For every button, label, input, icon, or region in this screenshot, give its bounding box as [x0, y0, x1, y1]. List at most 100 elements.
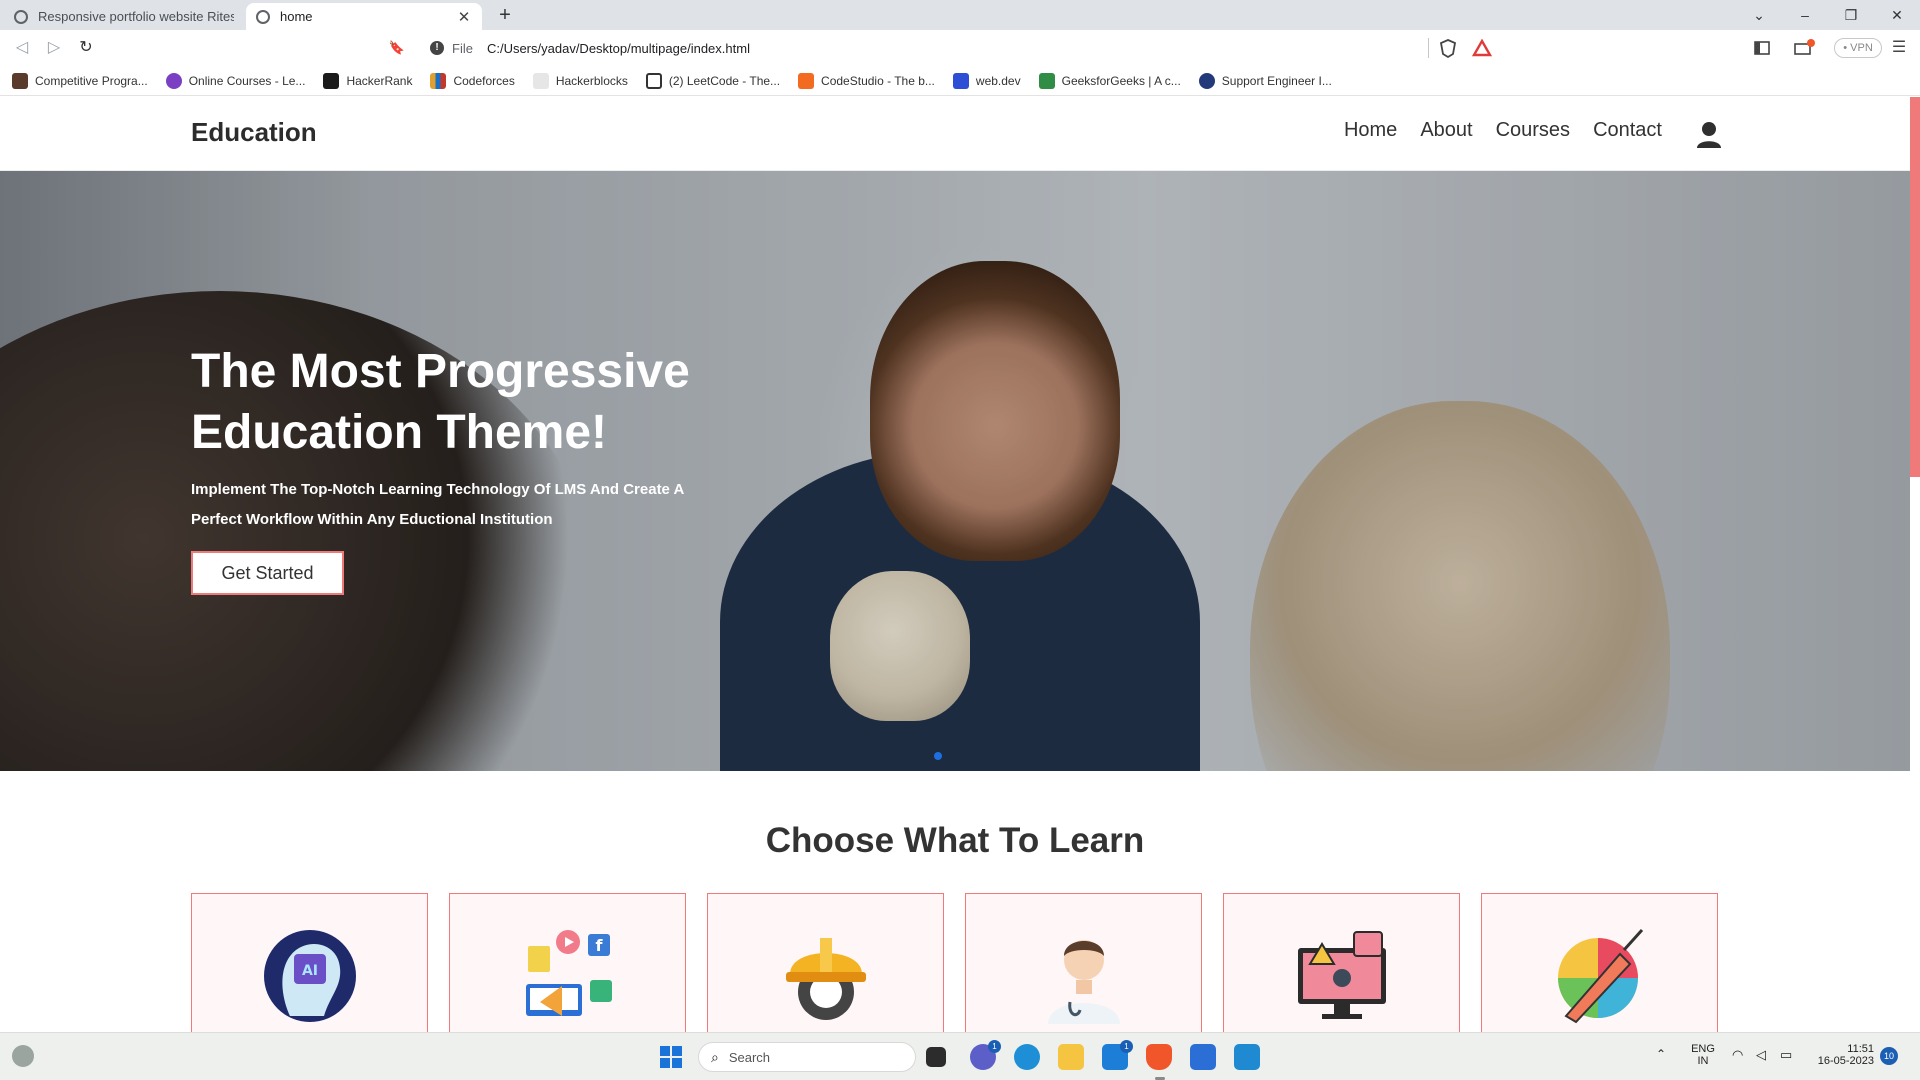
bookmark-label: Codeforces [453, 73, 515, 88]
site-logo[interactable]: Education [191, 117, 317, 148]
bookmark-item[interactable]: Hackerblocks [532, 72, 628, 89]
show-hidden-icons[interactable]: ⌃ [1656, 1047, 1666, 1061]
bookmark-label: HackerRank [346, 73, 413, 88]
course-card[interactable]: f [449, 893, 686, 1032]
taskbar-search[interactable]: ⌕ Search [698, 1042, 916, 1072]
url-text[interactable]: C:/Users/yadav/Desktop/multipage/index.h… [487, 41, 750, 56]
close-window-button[interactable]: ✕ [1874, 0, 1920, 30]
nav-home[interactable]: Home [1344, 119, 1397, 142]
bookmark-label: GeeksforGeeks | A c... [1061, 73, 1181, 88]
language-indicator[interactable]: ENG IN [1686, 1043, 1720, 1067]
file-explorer-icon[interactable] [1058, 1044, 1084, 1070]
tab-search-button[interactable]: ⌄ [1736, 0, 1782, 30]
store-icon[interactable] [1190, 1044, 1216, 1070]
task-view-icon[interactable] [926, 1047, 946, 1067]
design-pen-icon [1558, 928, 1644, 1024]
bookmark-item[interactable]: HackerRank [323, 72, 413, 89]
hackerrank-icon [323, 72, 340, 89]
nav-contact[interactable]: Contact [1593, 119, 1662, 142]
nav-courses[interactable]: Courses [1496, 119, 1570, 142]
vscode-icon[interactable] [1234, 1044, 1260, 1070]
bookmark-item[interactable]: web.dev [952, 72, 1021, 89]
brave-browser-icon[interactable] [1146, 1044, 1172, 1070]
get-started-button[interactable]: Get Started [191, 551, 344, 595]
tab-home[interactable]: home ✕ [246, 3, 482, 30]
hero-banner: The Most Progressive Education Theme! Im… [0, 171, 1910, 771]
tab-label: home [280, 9, 313, 24]
volume-icon[interactable]: ◁ [1756, 1047, 1766, 1063]
info-icon[interactable]: ! [430, 41, 444, 55]
section-title: Choose What To Learn [765, 821, 1145, 860]
clock[interactable]: 11:51 16-05-2023 [1808, 1043, 1874, 1067]
region-label: IN [1697, 1055, 1709, 1067]
bookmark-label: Online Courses - Le... [188, 73, 306, 88]
page-scrollbar-thumb[interactable] [1910, 97, 1920, 477]
courses-icon [165, 72, 182, 89]
cyber-security-icon [1298, 931, 1386, 1019]
course-card[interactable] [1481, 893, 1718, 1032]
site-navbar: Education Home About Courses Contact [0, 97, 1910, 171]
wifi-icon[interactable]: ◠ [1732, 1047, 1743, 1063]
forward-button[interactable]: ▷ [42, 36, 66, 60]
hackerblocks-icon [532, 72, 549, 89]
bookmark-item[interactable]: GeeksforGeeks | A c... [1038, 72, 1181, 89]
bookmark-label: CodeStudio - The b... [821, 73, 935, 88]
vpn-button[interactable]: • VPN [1834, 38, 1882, 58]
engineering-helmet-gear-icon [786, 938, 866, 1020]
hero-text: The Most Progressive Education Theme! Im… [191, 341, 751, 535]
sidebar-toggle-icon[interactable] [1752, 36, 1772, 60]
reload-button[interactable]: ↻ [74, 36, 98, 60]
hero-title: The Most Progressive Education Theme! [191, 345, 690, 459]
ai-brain-icon: AI [264, 930, 356, 1022]
course-card[interactable] [965, 893, 1202, 1032]
widgets-icon[interactable] [12, 1045, 34, 1067]
date-label: 16-05-2023 [1817, 1055, 1874, 1067]
svg-text:AI: AI [302, 963, 318, 979]
bookmark-item[interactable]: Competitive Progra... [12, 72, 148, 89]
bookmark-item[interactable]: Codeforces [430, 72, 515, 89]
new-tab-button[interactable]: + [494, 3, 516, 27]
codechef-icon [12, 72, 28, 89]
close-tab-icon[interactable]: ✕ [456, 8, 472, 26]
edge-icon[interactable] [1014, 1044, 1040, 1070]
doctor-icon [1048, 940, 1120, 1024]
tab-label: Responsive portfolio website Ritesh [38, 9, 234, 24]
user-icon[interactable] [1696, 121, 1722, 149]
course-cards: AI f [191, 893, 1739, 1032]
browser-toolbar: ◁ ▷ ↻ 🔖 ! File C:/Users/yadav/Desktop/mu… [0, 30, 1920, 66]
back-button[interactable]: ◁ [10, 36, 34, 60]
browser-tab-bar: Responsive portfolio website Ritesh home… [0, 0, 1920, 30]
bookmark-item[interactable]: (2) LeetCode - The... [645, 72, 781, 89]
restore-button[interactable]: ❐ [1828, 0, 1874, 30]
address-bar-divider [1428, 38, 1429, 58]
brave-shield-icon[interactable] [1438, 36, 1458, 60]
tab-portfolio[interactable]: Responsive portfolio website Ritesh [4, 3, 244, 30]
browser-menu-icon[interactable]: ☰ [1890, 36, 1908, 60]
os-taskbar: ⌕ Search 1 1 ⌃ ENG IN ◠ ◁ ▭ 11:51 16-05-… [0, 1032, 1920, 1080]
course-card[interactable] [1223, 893, 1460, 1032]
unstop-icon [1198, 72, 1215, 89]
start-button[interactable] [660, 1046, 682, 1068]
bookmark-label: Hackerblocks [555, 73, 628, 88]
wallet-icon[interactable] [1792, 36, 1816, 60]
bookmark-item[interactable]: CodeStudio - The b... [798, 72, 935, 89]
search-icon: ⌕ [711, 1048, 719, 1065]
codestudio-icon [798, 72, 815, 89]
address-bar[interactable]: ! File C:/Users/yadav/Desktop/multipage/… [420, 34, 1500, 62]
bookmark-button[interactable]: 🔖 [385, 36, 409, 60]
bookmark-label: web.dev [975, 73, 1021, 88]
course-card[interactable]: AI [191, 893, 428, 1032]
hero-subtitle: Implement The Top-Notch Learning Technol… [191, 481, 684, 528]
brave-rewards-icon[interactable] [1472, 36, 1492, 60]
nav-about[interactable]: About [1420, 119, 1472, 142]
time-label: 11:51 [1847, 1043, 1874, 1055]
notification-badge[interactable]: 10 [1880, 1047, 1898, 1065]
bookmark-item[interactable]: Online Courses - Le... [165, 72, 306, 89]
bookmark-label: (2) LeetCode - The... [668, 73, 781, 88]
web-page: Education Home About Courses Contact The… [0, 97, 1920, 1032]
minimize-button[interactable]: – [1782, 0, 1828, 30]
battery-icon[interactable]: ▭ [1780, 1047, 1792, 1063]
course-card[interactable] [707, 893, 944, 1032]
bookmark-item[interactable]: Support Engineer I... [1198, 72, 1332, 89]
carousel-indicator[interactable] [934, 752, 942, 760]
